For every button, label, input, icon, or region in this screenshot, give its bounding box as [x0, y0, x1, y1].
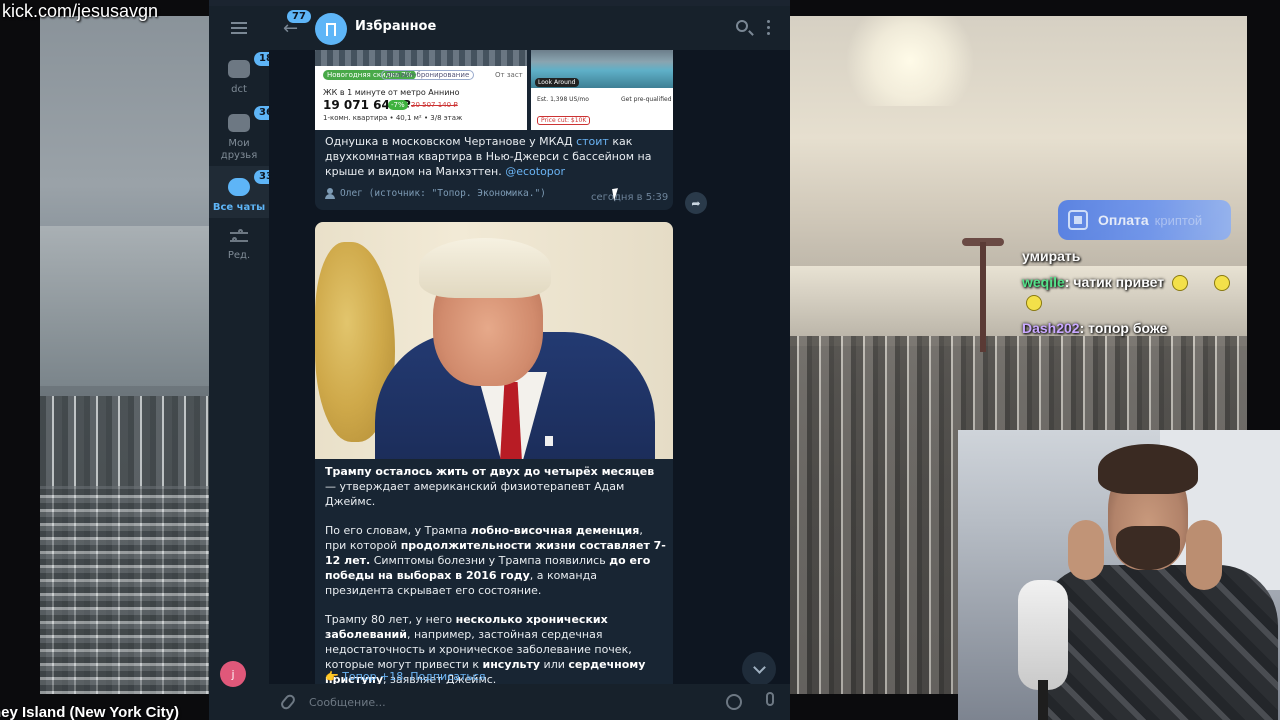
signature-text: Олег (источник: "Топор. Экономика.") [340, 188, 546, 199]
emoji-icon[interactable] [726, 694, 742, 710]
online-booking-tag: Онлайн-бронирование [381, 70, 475, 80]
bookmark-icon [326, 22, 336, 36]
listing-title: ЖК в 1 минуте от метро Аннино [323, 88, 460, 97]
message-bubble[interactable]: Трампу осталось жить от двух до четырёх … [315, 222, 673, 684]
channel-handle-link[interactable]: @ecotopor [505, 165, 565, 178]
folder-friends[interactable]: 36 Мои друзья [209, 106, 278, 166]
chat-text: : чатик привет [1064, 274, 1165, 290]
search-icon[interactable] [736, 20, 748, 32]
prequalified-link: Get pre-qualified [621, 96, 672, 103]
microphone-icon[interactable] [766, 692, 774, 706]
price-cut-badge: Price cut: $10K [537, 116, 591, 125]
listing-screenshot[interactable]: Новогодняя скидка 7% Онлайн-бронирование… [315, 50, 527, 130]
message-bubble[interactable]: Новогодняя скидка 7% Онлайн-бронирование… [315, 50, 673, 210]
message-composer [269, 684, 790, 720]
message-time: сегодня в 5:39 [591, 192, 669, 203]
folder-label: Ред. [227, 250, 251, 261]
chat-username: weqile [1022, 274, 1065, 290]
streamer-hair [1098, 444, 1198, 494]
listing-discount: -7% [388, 100, 408, 110]
folder-label: dct [231, 84, 247, 95]
back-unread-badge: 77 [287, 10, 311, 23]
stream-frame: kick.com/jesusavgn ney Island (New York … [0, 0, 1280, 720]
trump-photo[interactable] [315, 222, 673, 459]
message-text: Трампу осталось жить от двух до четырёх … [325, 465, 666, 684]
microphone [1018, 580, 1068, 690]
chat-header: ← 77 Избранное [269, 6, 790, 50]
chat-title[interactable]: Избранное [355, 19, 436, 34]
emote-icon [1213, 275, 1230, 292]
user-icon [325, 188, 335, 199]
emote-icon [1026, 295, 1042, 312]
sun-glare [830, 16, 990, 106]
message-list[interactable]: Новогодняя скидка 7% Онлайн-бронирование… [269, 50, 790, 684]
folder-label: Все чаты [212, 202, 266, 213]
folder-dct[interactable]: 189 dct [209, 52, 285, 104]
sliders-icon [230, 229, 248, 244]
parachute-tower [980, 242, 986, 352]
forward-button[interactable]: ➦ [685, 192, 707, 214]
folder-sidebar: 189 dct 36 Мои друзья 338 Все чаты [209, 6, 285, 720]
listing-old-price: 20 507 140 ₽ [411, 101, 458, 109]
streamer-beard [1116, 526, 1180, 570]
folder-all-chats[interactable]: 338 Все чаты [209, 166, 285, 218]
message-signature: Олег (источник: "Топор. Экономика.") [325, 188, 546, 199]
chat-text: : топор боже [1079, 320, 1168, 336]
chat-line: умирать [1022, 248, 1081, 264]
crypto-button-label-faded: криптой [1154, 212, 1203, 228]
kick-url-overlay: kick.com/jesusavgn [2, 1, 159, 21]
chat-message: Dash202: топор боже [1022, 318, 1272, 338]
location-caption: ney Island (New York City) [0, 704, 179, 720]
chat-username: Dash202 [1022, 320, 1080, 336]
subscribe-link[interactable]: 👉 Топор +18. Подписаться [325, 670, 486, 683]
city-webcam-left [40, 16, 210, 694]
listing-details: 1-комн. квартира • 40,1 м² • 3/8 этаж [323, 114, 463, 122]
payment-estimate: Est. 1,398 US/mo [537, 96, 589, 103]
streamer-webcam [958, 430, 1280, 720]
emote-icon [1172, 275, 1189, 292]
listing-photo [315, 50, 527, 66]
paperclip-icon[interactable] [279, 692, 297, 712]
folder-icon: 36 [228, 106, 278, 132]
streamer-body [1038, 565, 1278, 720]
sender-avatar[interactable]: j [220, 661, 246, 687]
chat-message: weqile: чатик привет [1022, 272, 1272, 312]
message-link[interactable]: стоит [576, 135, 609, 148]
folder-edit[interactable]: Ред. [209, 224, 269, 268]
lapel-pin [545, 436, 553, 446]
stream-chat-overlay: умирать weqile: чатик привет Dash202: то… [1022, 246, 1272, 344]
mouse-cursor-icon [612, 187, 626, 201]
qr-icon [1068, 210, 1088, 230]
sea-area [40, 226, 210, 386]
crypto-button-label: Оплата [1098, 212, 1149, 228]
message-text: Однушка в московском Чертанове у МКАД ст… [325, 135, 652, 178]
pool-listing-screenshot[interactable]: Look Around Est. 1,398 US/mo Get pre-qua… [531, 50, 673, 130]
developer-tag: От заст [495, 71, 523, 79]
streamer-hand-left [1068, 520, 1104, 580]
scroll-down-button[interactable] [742, 652, 776, 684]
hair [419, 238, 551, 298]
telegram-window: 189 dct 36 Мои друзья 338 Все чаты [209, 6, 790, 720]
hamburger-menu-icon[interactable] [231, 22, 247, 34]
microphone-arm [1038, 680, 1048, 720]
chats-icon: 338 [228, 170, 285, 196]
crypto-payment-button[interactable]: Оплата криптой [1058, 200, 1231, 240]
folder-label: Мои друзья [220, 138, 258, 161]
streamer-hand-right [1186, 520, 1222, 590]
snowy-streets [40, 486, 210, 694]
more-options-icon[interactable] [767, 20, 770, 36]
forward-arrow-icon: ➦ [691, 196, 701, 210]
look-around-badge: Look Around [535, 78, 579, 87]
folder-icon: 189 [228, 52, 285, 78]
message-input[interactable] [309, 692, 709, 712]
saved-messages-avatar[interactable] [315, 13, 347, 45]
chevron-down-icon [752, 660, 766, 674]
